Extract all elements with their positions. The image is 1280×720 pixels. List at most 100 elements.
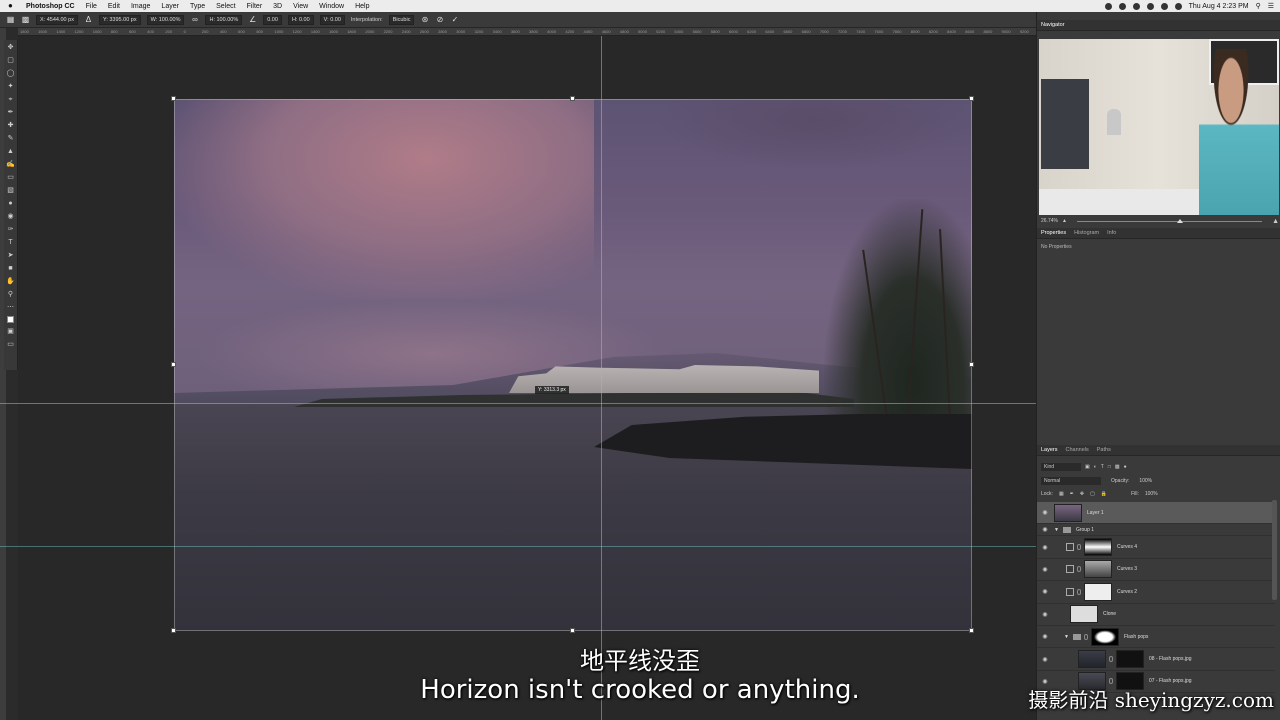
tab-properties[interactable]: Properties (1041, 230, 1066, 236)
clock[interactable]: Thu Aug 4 2:23 PM (1189, 3, 1249, 10)
tab-info[interactable]: Info (1107, 230, 1116, 236)
zoom-in-icon[interactable]: ▲ (1272, 218, 1279, 225)
menu-filter[interactable]: Filter (247, 3, 263, 10)
eyedropper-tool-icon[interactable]: ✒ (6, 108, 15, 117)
angle-field[interactable]: 0.00 (263, 14, 282, 25)
lock-all-icon[interactable]: 🔒 (1101, 491, 1107, 497)
lock-pixels-icon[interactable]: ✒ (1070, 491, 1074, 497)
menu-view[interactable]: View (293, 3, 308, 10)
gradient-tool-icon[interactable]: ▧ (6, 186, 15, 195)
opacity-value[interactable]: 100% (1139, 478, 1152, 484)
commit-transform-icon[interactable]: ✓ (450, 15, 459, 24)
navigator-preview[interactable] (1039, 39, 1279, 215)
filter-type-icon[interactable]: T (1101, 464, 1104, 470)
more-tools-icon[interactable]: ⋯ (6, 303, 15, 312)
transform-tool-icon[interactable]: ▦ (6, 15, 15, 24)
foreground-color-swatch[interactable] (7, 316, 14, 323)
type-tool-icon[interactable]: T (6, 238, 15, 247)
horizontal-guide[interactable] (0, 546, 1036, 547)
horizontal-guide[interactable] (0, 403, 1036, 404)
status-icon-3[interactable] (1132, 2, 1140, 10)
lasso-tool-icon[interactable]: ◯ (6, 69, 15, 78)
menu-edit[interactable]: Edit (108, 3, 120, 10)
menu-help[interactable]: Help (355, 3, 369, 10)
mask-link-icon[interactable] (1077, 544, 1081, 551)
zoom-slider[interactable] (1076, 218, 1263, 223)
visibility-eye-icon[interactable]: ◉ (1040, 588, 1050, 595)
quick-mask-icon[interactable]: ▣ (6, 327, 15, 336)
lock-artboard-icon[interactable]: ▢ (1090, 491, 1095, 497)
width-field[interactable]: W: 100.00% (146, 14, 185, 25)
menu-layer[interactable]: Layer (161, 3, 179, 10)
handle-top-center[interactable] (570, 96, 575, 101)
layer-row[interactable]: ◉ ▼ Group 1 (1037, 524, 1275, 537)
menu-list-icon[interactable]: ☰ (1268, 2, 1274, 10)
marquee-tool-icon[interactable]: ▢ (6, 56, 15, 65)
transform-bounding-box[interactable] (174, 99, 972, 631)
status-icon-2[interactable] (1118, 2, 1126, 10)
menu-image[interactable]: Image (131, 3, 150, 10)
clone-stamp-tool-icon[interactable]: ▲ (6, 147, 15, 156)
layer-name[interactable]: Layer 1 (1087, 510, 1104, 516)
screen-mode-icon[interactable]: ▭ (6, 340, 15, 349)
path-selection-tool-icon[interactable]: ➤ (6, 251, 15, 260)
visibility-eye-icon[interactable]: ◉ (1040, 611, 1050, 618)
shape-tool-icon[interactable]: ■ (6, 264, 15, 273)
tab-channels[interactable]: Channels (1066, 447, 1089, 453)
blend-mode-select[interactable]: Normal (1041, 477, 1101, 485)
zoom-slider-knob[interactable] (1176, 218, 1183, 223)
handle-top-left[interactable] (171, 96, 176, 101)
height-field[interactable]: H: 100.00% (205, 14, 243, 25)
zoom-tool-icon[interactable]: ⚲ (6, 290, 15, 299)
move-tool-icon[interactable]: ✥ (6, 43, 15, 52)
hand-tool-icon[interactable]: ✋ (6, 277, 15, 286)
tab-paths[interactable]: Paths (1097, 447, 1111, 453)
handle-middle-left[interactable] (171, 362, 176, 367)
pen-tool-icon[interactable]: ✑ (6, 225, 15, 234)
app-name[interactable]: Photoshop CC (26, 3, 75, 10)
apple-icon[interactable]: ● (8, 2, 16, 10)
status-icon-1[interactable] (1104, 2, 1112, 10)
visibility-eye-icon[interactable]: ◉ (1040, 526, 1050, 533)
zoom-out-icon[interactable]: ▲ (1062, 218, 1067, 224)
layer-filter-kind[interactable]: Kind (1041, 463, 1081, 471)
visibility-eye-icon[interactable]: ◉ (1040, 544, 1050, 551)
warp-icon[interactable]: ⊛ (420, 15, 429, 24)
interpolation-select[interactable]: Bicubic (388, 14, 415, 25)
zoom-value[interactable]: 26.74% (1041, 218, 1058, 224)
x-field[interactable]: X: 4544.00 px (36, 14, 78, 25)
layer-mask-thumbnail[interactable] (1084, 538, 1112, 557)
menu-type[interactable]: Type (190, 3, 205, 10)
blur-tool-icon[interactable]: ● (6, 199, 15, 208)
history-brush-tool-icon[interactable]: ✍ (6, 160, 15, 169)
visibility-eye-icon[interactable]: ◉ (1040, 633, 1050, 640)
filter-smart-object-icon[interactable]: ▩ (1115, 464, 1120, 470)
layer-mask-thumbnail[interactable] (1084, 582, 1112, 601)
layer-row[interactable]: ◉ Curves 4 (1037, 536, 1275, 559)
filter-pixel-icon[interactable]: ▣ (1085, 464, 1090, 470)
visibility-eye-icon[interactable]: ◉ (1040, 509, 1050, 516)
layer-name[interactable]: Group 1 (1076, 527, 1094, 533)
healing-tool-icon[interactable]: ✚ (6, 121, 15, 130)
link-icon[interactable]: ∞ (190, 15, 199, 24)
quick-select-tool-icon[interactable]: ✦ (6, 82, 15, 91)
brush-tool-icon[interactable]: ✎ (6, 134, 15, 143)
tab-histogram[interactable]: Histogram (1074, 230, 1099, 236)
menu-3d[interactable]: 3D (273, 3, 282, 10)
layer-thumbnail[interactable] (1070, 605, 1098, 624)
layers-scrollbar[interactable] (1272, 500, 1277, 600)
crop-tool-icon[interactable]: ⌖ (6, 95, 15, 104)
layer-name[interactable]: Curves 4 (1117, 544, 1137, 550)
tab-layers[interactable]: Layers (1041, 447, 1058, 453)
handle-bottom-left[interactable] (171, 628, 176, 633)
layer-thumbnail[interactable] (1054, 503, 1082, 522)
handle-bottom-center[interactable] (570, 628, 575, 633)
menu-select[interactable]: Select (216, 3, 235, 10)
search-icon[interactable]: ⚲ (1256, 2, 1261, 10)
lock-position-icon[interactable]: ✥ (1080, 491, 1084, 497)
wifi-icon[interactable] (1146, 2, 1154, 10)
disclosure-triangle-icon[interactable]: ▼ (1064, 634, 1069, 640)
menu-window[interactable]: Window (319, 3, 344, 10)
volume-icon[interactable] (1160, 2, 1168, 10)
lock-transparency-icon[interactable]: ▦ (1059, 491, 1064, 497)
